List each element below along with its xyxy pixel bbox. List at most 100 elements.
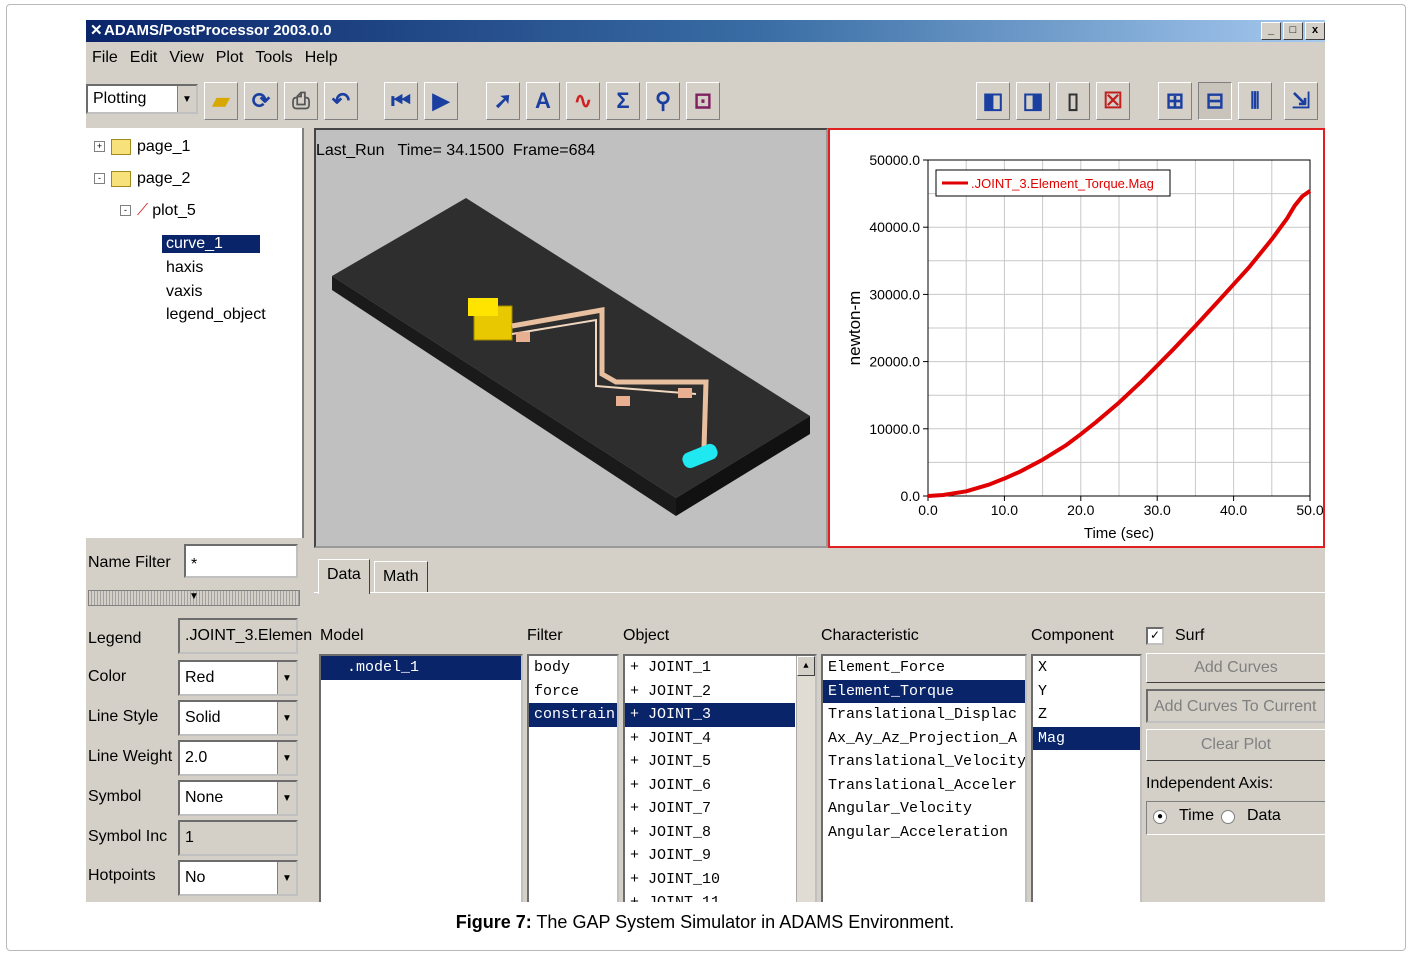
list-item[interactable]: + JOINT_9 xyxy=(625,844,815,868)
layout-1-button[interactable]: ⊞ xyxy=(1158,82,1192,120)
menu-tools[interactable]: Tools xyxy=(249,44,298,70)
expand-icon[interactable]: + xyxy=(94,141,105,153)
chevron-down-icon[interactable]: ▼ xyxy=(177,86,196,112)
menu-edit[interactable]: Edit xyxy=(124,44,164,70)
open-folder-button[interactable]: ▰ xyxy=(204,82,238,120)
new-page-button[interactable]: ▯ xyxy=(1056,82,1090,120)
list-item[interactable]: Y xyxy=(1033,680,1140,704)
list-item[interactable]: Translational_Acceler xyxy=(823,774,1025,798)
zoom-button[interactable]: ⚲ xyxy=(646,82,680,120)
delete-page-button[interactable]: ☒ xyxy=(1096,82,1130,120)
list-item[interactable]: body xyxy=(529,656,617,680)
list-item[interactable]: + JOINT_11 xyxy=(625,891,815,902)
data-radio[interactable] xyxy=(1221,810,1235,824)
line-weight-select[interactable]: 2.0 ▼ xyxy=(178,740,298,776)
chevron-down-icon[interactable]: ▼ xyxy=(277,662,296,694)
list-item[interactable]: Element_Torque xyxy=(823,679,1025,703)
list-item[interactable]: Translational_Velocity xyxy=(823,750,1025,774)
maximize-button[interactable]: □ xyxy=(1283,22,1303,40)
curve-button[interactable]: ∿ xyxy=(566,82,600,120)
chevron-down-icon[interactable]: ▼ xyxy=(277,702,296,734)
list-item[interactable]: + JOINT_2 xyxy=(625,680,815,704)
tree-node-label: page_1 xyxy=(137,138,191,155)
statistics-button[interactable]: Σ xyxy=(606,82,640,120)
scroll-up-arrow[interactable]: ▲ xyxy=(797,656,815,676)
tree-node-haxis[interactable]: haxis xyxy=(166,259,203,277)
layout-3-button[interactable]: ⫴ xyxy=(1238,82,1272,120)
torque-chart: 0.0 10.0 20.0 30.0 40.0 50.0 0.0 10000.0 20000.0… xyxy=(845,152,1324,542)
line-style-select[interactable]: Solid ▼ xyxy=(178,700,298,736)
tab-data[interactable]: Data xyxy=(318,559,370,594)
component-list[interactable]: X Y Z Mag xyxy=(1031,654,1142,902)
tree-node-legend-object[interactable]: legend_object xyxy=(166,306,266,324)
list-item[interactable]: force xyxy=(529,680,617,704)
surf-checkbox[interactable]: ✓ xyxy=(1146,627,1164,645)
symbol-select[interactable]: None ▼ xyxy=(178,780,298,816)
layout-split-icon: ⊞ xyxy=(1165,88,1185,113)
menu-plot[interactable]: Plot xyxy=(210,44,250,70)
list-item[interactable]: Angular_Velocity xyxy=(823,797,1025,821)
rewind-button[interactable]: ⏮ xyxy=(384,82,418,120)
list-item[interactable]: + JOINT_8 xyxy=(625,821,815,845)
chevron-down-icon[interactable]: ▼ xyxy=(277,782,296,814)
play-button[interactable]: ▶ xyxy=(424,82,458,120)
list-item[interactable]: + JOINT_1 xyxy=(625,656,815,680)
menu-view[interactable]: View xyxy=(163,44,209,70)
add-to-current-select[interactable]: Add Curves To Current P xyxy=(1146,689,1325,747)
export-button[interactable]: ⇲ xyxy=(1284,82,1318,120)
list-item[interactable]: + JOINT_5 xyxy=(625,750,815,774)
text-button[interactable]: A xyxy=(526,82,560,120)
list-item[interactable]: constrain xyxy=(529,703,617,727)
list-item[interactable]: + JOINT_7 xyxy=(625,797,815,821)
list-item[interactable]: Mag xyxy=(1033,726,1140,750)
undo-button[interactable]: ↶ xyxy=(324,82,358,120)
tree-node-page-1[interactable]: + page_1 xyxy=(94,138,190,156)
object-list[interactable]: + JOINT_1 + JOINT_2 + JOINT_3 + JOINT_4 … xyxy=(623,654,817,902)
time-radio[interactable]: ● xyxy=(1153,810,1167,824)
collapse-icon[interactable]: - xyxy=(94,173,105,185)
tab-math[interactable]: Math xyxy=(374,561,428,593)
hotpoints-select[interactable]: No ▼ xyxy=(178,860,298,896)
list-item[interactable]: Angular_Acceleration xyxy=(823,821,1025,845)
tree-node-curve-1[interactable]: curve_1 xyxy=(162,235,260,253)
clear-plot-button[interactable]: Clear Plot xyxy=(1146,729,1325,761)
close-button[interactable]: x xyxy=(1305,22,1325,40)
tree-node-page-2[interactable]: - page_2 xyxy=(94,170,190,188)
minimize-button[interactable]: _ xyxy=(1261,22,1281,40)
list-item[interactable]: X xyxy=(1033,656,1140,680)
layout-2-button[interactable]: ⊟ xyxy=(1198,82,1232,120)
plot-panel[interactable]: 0.0 10.0 20.0 30.0 40.0 50.0 0.0 10000.0 20000.0… xyxy=(828,128,1325,548)
list-item[interactable]: Translational_Displac xyxy=(823,703,1025,727)
chevron-down-icon[interactable]: ▼ xyxy=(277,862,296,894)
name-filter-input[interactable]: * xyxy=(184,544,298,578)
list-item[interactable]: .model_1 xyxy=(321,656,521,680)
list-item[interactable]: + JOINT_6 xyxy=(625,774,815,798)
list-item[interactable]: Element_Force xyxy=(823,656,1025,680)
characteristic-list[interactable]: Element_Force Element_Torque Translation… xyxy=(821,654,1027,902)
list-item[interactable]: + JOINT_10 xyxy=(625,868,815,892)
mode-select[interactable]: Plotting ▼ xyxy=(86,84,198,114)
collapse-icon[interactable]: - xyxy=(120,205,131,217)
splitter-handle[interactable]: ▼ xyxy=(88,590,300,606)
animation-viewport[interactable]: Last_Run Time= 34.1500 Frame=684 xyxy=(314,128,828,548)
print-button[interactable]: ⎙ xyxy=(284,82,318,120)
list-item[interactable]: + JOINT_3 xyxy=(625,703,795,727)
zoom-box-button[interactable]: ⊡ xyxy=(686,82,720,120)
menu-help[interactable]: Help xyxy=(299,44,344,70)
list-item[interactable]: Z xyxy=(1033,703,1140,727)
model-list[interactable]: .model_1 xyxy=(319,654,523,902)
select-button[interactable]: ➚ xyxy=(486,82,520,120)
object-list-scrollbar[interactable]: ▲ xyxy=(796,656,815,902)
color-select[interactable]: Red ▼ xyxy=(178,660,298,696)
add-curves-button[interactable]: Add Curves xyxy=(1146,653,1325,683)
next-page-button[interactable]: ◨ xyxy=(1016,82,1050,120)
filter-list[interactable]: body force constrain xyxy=(527,654,619,902)
chevron-down-icon[interactable]: ▼ xyxy=(277,742,296,774)
menu-file[interactable]: File xyxy=(86,44,124,70)
tree-node-plot-5[interactable]: - ⟋ plot_5 xyxy=(120,202,196,220)
list-item[interactable]: Ax_Ay_Az_Projection_A xyxy=(823,727,1025,751)
reload-button[interactable]: ⟳ xyxy=(244,82,278,120)
list-item[interactable]: + JOINT_4 xyxy=(625,727,815,751)
tree-node-vaxis[interactable]: vaxis xyxy=(166,283,202,301)
prev-page-button[interactable]: ◧ xyxy=(976,82,1010,120)
